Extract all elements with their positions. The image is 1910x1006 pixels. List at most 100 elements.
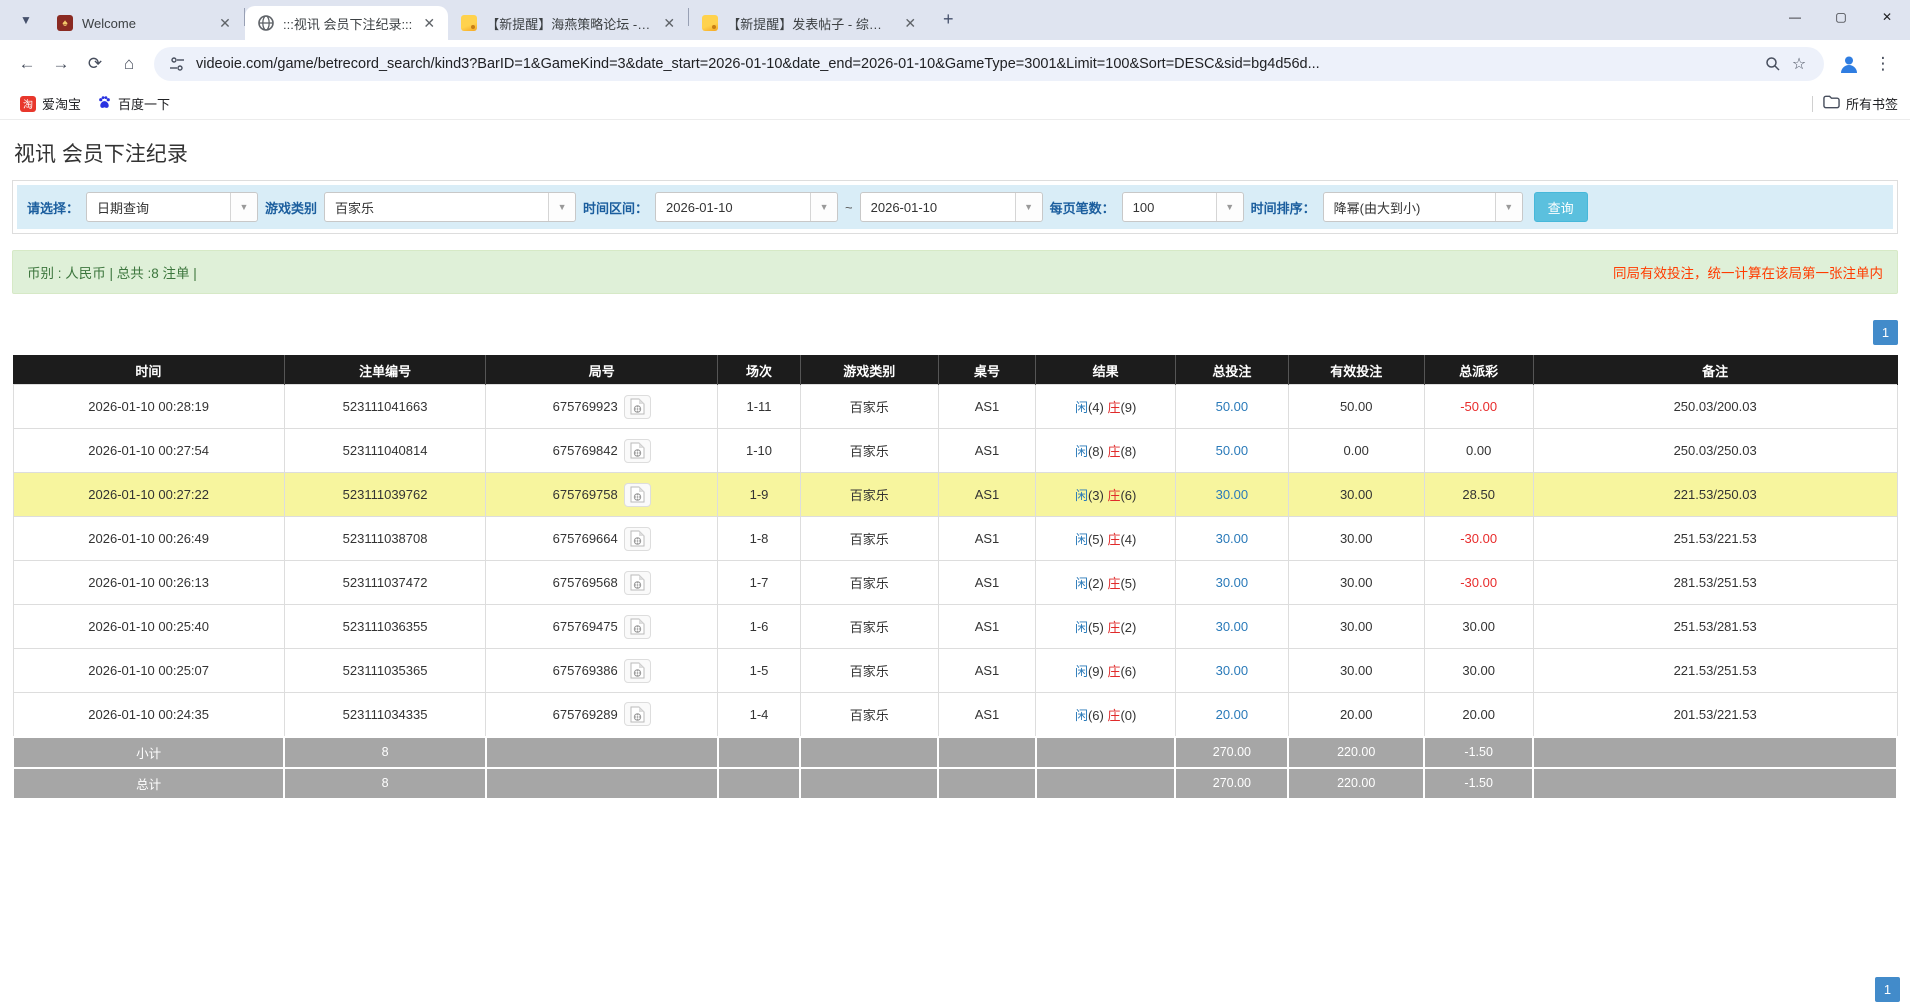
table-header-row: 时间注单编号局号场次游戏类别桌号结果总投注有效投注总派彩备注: [13, 356, 1897, 385]
cell-game-type: 百家乐: [800, 517, 938, 561]
tab-forum-thread[interactable]: 【新提醒】海燕策略论坛 - 综合 ✕: [448, 6, 688, 40]
bookmark-taobao[interactable]: 淘 爱淘宝: [12, 91, 89, 116]
reload-icon[interactable]: ⟳: [80, 49, 110, 79]
column-header: 注单编号: [284, 356, 486, 385]
cell-game-type: 百家乐: [800, 385, 938, 429]
result-banker-label: 庄: [1107, 400, 1120, 415]
cell-game-type: 百家乐: [800, 473, 938, 517]
sort-select[interactable]: 降幂(由大到小) ▼: [1323, 192, 1523, 222]
cell-total-bet[interactable]: 30.00: [1175, 473, 1288, 517]
table-footer: 小计8270.00220.00-1.50总计8270.00220.00-1.50: [13, 737, 1897, 799]
date-start-select[interactable]: 2026-01-10 ▼: [655, 192, 838, 222]
profile-avatar-icon[interactable]: [1834, 49, 1864, 79]
video-record-icon[interactable]: [624, 615, 651, 639]
back-icon[interactable]: ←: [12, 49, 42, 79]
cell-bet-id: 523111041663: [284, 385, 486, 429]
bookmark-baidu[interactable]: 百度一下: [89, 91, 178, 116]
address-bar[interactable]: videoie.com/game/betrecord_search/kind3?…: [154, 47, 1824, 81]
cell-valid-bet: 30.00: [1288, 605, 1424, 649]
cell-total-bet[interactable]: 30.00: [1175, 517, 1288, 561]
video-record-icon[interactable]: [624, 395, 651, 419]
globe-favicon: [257, 14, 275, 32]
url-text[interactable]: videoie.com/game/betrecord_search/kind3?…: [196, 56, 1760, 72]
tab-close-icon[interactable]: ✕: [216, 14, 234, 32]
date-range-label: 时间区间：: [583, 198, 648, 217]
result-banker-score: (2): [1120, 620, 1136, 635]
page-number-button-bottom[interactable]: 1: [1875, 977, 1900, 1002]
cell-session: 1-10: [718, 429, 801, 473]
video-record-icon[interactable]: [624, 571, 651, 595]
result-player-score: (5): [1088, 532, 1108, 547]
column-header: 桌号: [938, 356, 1036, 385]
video-record-icon[interactable]: [624, 527, 651, 551]
result-player-label: 闲: [1075, 708, 1088, 723]
zoom-icon[interactable]: [1760, 51, 1786, 77]
page-number-button[interactable]: 1: [1873, 320, 1898, 345]
all-bookmarks-button[interactable]: 所有书签: [1823, 94, 1898, 113]
tab-close-icon[interactable]: ✕: [901, 14, 919, 32]
rule-note-text: 同局有效投注，统一计算在该局第一张注单内: [1613, 262, 1883, 282]
total-empty: [800, 768, 938, 799]
new-tab-button[interactable]: +: [935, 6, 961, 32]
cell-total-bet[interactable]: 30.00: [1175, 561, 1288, 605]
video-record-icon[interactable]: [624, 483, 651, 507]
result-player-label: 闲: [1075, 664, 1088, 679]
result-player-label: 闲: [1075, 576, 1088, 591]
cell-bet-id: 523111036355: [284, 605, 486, 649]
bookmark-star-icon[interactable]: ☆: [1786, 51, 1812, 77]
menu-kebab-icon[interactable]: ⋮: [1868, 49, 1898, 79]
cell-bet-id: 523111038708: [284, 517, 486, 561]
cell-round-id: 675769386: [486, 649, 718, 693]
result-player-label: 闲: [1075, 400, 1088, 415]
result-player-label: 闲: [1075, 488, 1088, 503]
forward-icon[interactable]: →: [46, 49, 76, 79]
tab-close-icon[interactable]: ✕: [420, 14, 438, 32]
column-header: 总投注: [1175, 356, 1288, 385]
round-number: 675769386: [553, 663, 618, 678]
cell-game-type: 百家乐: [800, 649, 938, 693]
close-window-button[interactable]: ✕: [1864, 0, 1910, 34]
result-banker-label: 庄: [1107, 664, 1120, 679]
cell-session: 1-5: [718, 649, 801, 693]
result-player-score: (9): [1088, 664, 1108, 679]
minimize-button[interactable]: —: [1772, 0, 1818, 34]
video-record-icon[interactable]: [624, 659, 651, 683]
bookmark-label: 百度一下: [118, 94, 170, 113]
cell-total-bet[interactable]: 50.00: [1175, 429, 1288, 473]
all-bookmarks-label: 所有书签: [1846, 94, 1898, 113]
video-record-icon[interactable]: [624, 439, 651, 463]
game-type-select[interactable]: 百家乐 ▼: [324, 192, 576, 222]
tab-welcome[interactable]: ♠ Welcome ✕: [44, 6, 244, 40]
query-mode-value: 日期查询: [87, 193, 230, 221]
forum-favicon: [460, 14, 478, 32]
maximize-button[interactable]: ▢: [1818, 0, 1864, 34]
cell-payout: 30.00: [1424, 649, 1533, 693]
total-bet-sum: 270.00: [1175, 737, 1288, 768]
tab-forum-post[interactable]: 【新提醒】发表帖子 - 综合交流 ✕: [689, 6, 929, 40]
cell-session: 1-6: [718, 605, 801, 649]
home-icon[interactable]: ⌂: [114, 49, 144, 79]
chevron-down-icon: ▼: [548, 193, 575, 221]
cell-time: 2026-01-10 00:25:07: [13, 649, 284, 693]
cell-total-bet[interactable]: 30.00: [1175, 649, 1288, 693]
tab-close-icon[interactable]: ✕: [660, 14, 678, 32]
cell-total-bet[interactable]: 50.00: [1175, 385, 1288, 429]
cell-session: 1-11: [718, 385, 801, 429]
cell-round-id: 675769664: [486, 517, 718, 561]
column-header: 时间: [13, 356, 284, 385]
page-size-select[interactable]: 100 ▼: [1122, 192, 1244, 222]
site-info-icon[interactable]: [166, 53, 188, 75]
search-button[interactable]: 查询: [1534, 192, 1588, 222]
date-end-select[interactable]: 2026-01-10 ▼: [860, 192, 1043, 222]
column-header: 局号: [486, 356, 718, 385]
total-empty: [1533, 737, 1897, 768]
tab-search-chevron-icon[interactable]: ▼: [12, 6, 40, 34]
query-mode-select[interactable]: 日期查询 ▼: [86, 192, 258, 222]
cell-total-bet[interactable]: 30.00: [1175, 605, 1288, 649]
chevron-down-icon: ▼: [1495, 193, 1522, 221]
video-record-icon[interactable]: [624, 702, 651, 726]
cell-result: 闲(5) 庄(2): [1036, 605, 1175, 649]
tab-bet-record[interactable]: :::视讯 会员下注纪录::: ✕: [245, 6, 448, 40]
bet-records-table: 时间注单编号局号场次游戏类别桌号结果总投注有效投注总派彩备注 2026-01-1…: [12, 355, 1898, 800]
cell-total-bet[interactable]: 20.00: [1175, 693, 1288, 737]
